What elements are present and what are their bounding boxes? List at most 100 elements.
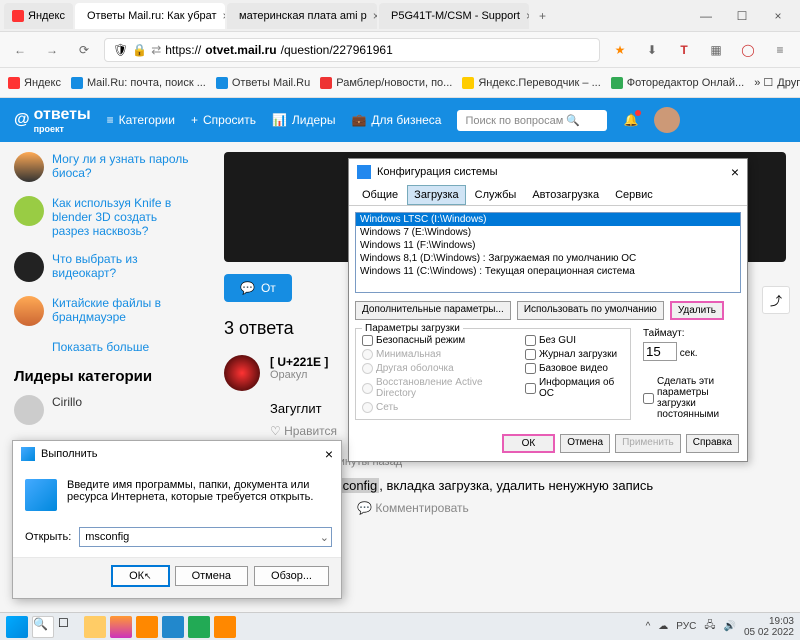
close-button[interactable]: ×: [731, 164, 739, 180]
app-icon[interactable]: [214, 616, 236, 638]
safe-mode-check[interactable]: Безопасный режим: [362, 335, 513, 346]
comment-button[interactable]: 💬 Комментировать: [357, 501, 469, 515]
cancel-button[interactable]: Отмена: [175, 566, 248, 586]
word-icon[interactable]: [162, 616, 184, 638]
help-button[interactable]: Справка: [686, 434, 739, 453]
bookmark-photo[interactable]: Фоторедактор Онлай...: [611, 77, 744, 89]
tab-startup[interactable]: Автозагрузка: [525, 185, 606, 205]
cancel-button[interactable]: Отмена: [560, 434, 610, 453]
boot-entry[interactable]: Windows LTSC (I:\Windows): [356, 213, 740, 226]
tab-services[interactable]: Службы: [468, 185, 524, 205]
leader-item[interactable]: Cirillo: [14, 395, 196, 425]
bookmark-yandex[interactable]: Яндекс: [8, 77, 61, 89]
advanced-button[interactable]: Дополнительные параметры...: [355, 301, 511, 320]
tray-date[interactable]: 05 02 2022: [744, 627, 794, 638]
tab-tools[interactable]: Сервис: [608, 185, 660, 205]
start-button[interactable]: [6, 616, 28, 638]
run-input[interactable]: [79, 527, 332, 547]
url-input[interactable]: 🛡 🔒 ⇄ https://otvet.mail.ru/question/227…: [104, 38, 600, 62]
bookmark-otvety[interactable]: Ответы Mail.Ru: [216, 77, 310, 89]
user-avatar[interactable]: [654, 107, 680, 133]
bookmark-star-icon[interactable]: ★: [608, 38, 632, 62]
boot-entry[interactable]: Windows 11 (F:\Windows): [356, 239, 740, 252]
related-question[interactable]: Что выбрать из видеокарт?: [14, 252, 196, 282]
ext-t-icon[interactable]: T: [672, 38, 696, 62]
osinfo-check[interactable]: Информация об ОС: [525, 377, 624, 399]
apply-button[interactable]: Применить: [615, 434, 681, 453]
aimp-icon[interactable]: [136, 616, 158, 638]
persist-check[interactable]: Сделать эти параметры загрузки постоянны…: [643, 376, 741, 420]
excel-icon[interactable]: [188, 616, 210, 638]
bookmark-rambler[interactable]: Рамблер/новости, по...: [320, 77, 452, 89]
menu-button[interactable]: ≡: [768, 38, 792, 62]
explorer-icon[interactable]: [84, 616, 106, 638]
new-tab-button[interactable]: +: [531, 9, 554, 23]
show-more-link[interactable]: Показать больше: [52, 340, 196, 354]
delete-button[interactable]: Удалить: [670, 301, 724, 320]
like-button[interactable]: ♡ Нравится: [270, 424, 337, 438]
search-input[interactable]: Поиск по вопросам 🔍: [457, 110, 607, 131]
close-window-button[interactable]: ×: [760, 2, 796, 30]
basevideo-check[interactable]: Базовое видео: [525, 363, 624, 374]
minimize-button[interactable]: —: [688, 2, 724, 30]
maximize-button[interactable]: ☐: [724, 2, 760, 30]
tab-yandex[interactable]: Яндекс: [4, 3, 73, 29]
tab-general[interactable]: Общие: [355, 185, 405, 205]
ok-button[interactable]: ОК: [502, 434, 556, 453]
tab-otvety[interactable]: Ответы Mail.ru: Как убрат×: [75, 3, 225, 29]
tab-boot[interactable]: Загрузка: [407, 185, 465, 205]
timeout-input[interactable]: [643, 342, 677, 361]
answer-avatar[interactable]: [224, 355, 260, 391]
tray-lang[interactable]: РУС: [676, 621, 696, 632]
default-button[interactable]: Использовать по умолчанию: [517, 301, 664, 320]
ext-grid-icon[interactable]: ▦: [704, 38, 728, 62]
notifications-icon[interactable]: 🔔: [623, 113, 638, 127]
firefox-icon[interactable]: [110, 616, 132, 638]
related-question[interactable]: Китайские файлы в брандмауэре: [14, 296, 196, 326]
close-icon[interactable]: ×: [526, 9, 529, 23]
close-icon[interactable]: ×: [223, 9, 225, 23]
related-question[interactable]: Как используя Knife в blender 3D создать…: [14, 196, 196, 238]
back-button[interactable]: ←: [8, 38, 32, 62]
categories-button[interactable]: ≡Категории: [107, 113, 175, 127]
close-button[interactable]: ×: [325, 446, 333, 462]
bootlog-check[interactable]: Журнал загрузки: [525, 349, 624, 360]
boot-list[interactable]: Windows LTSC (I:\Windows) Windows 7 (E:\…: [355, 212, 741, 293]
bookmark-mailru[interactable]: Mail.Ru: почта, поиск ...: [71, 77, 206, 89]
other-bookmarks[interactable]: » ☐ Другие закладки: [754, 76, 800, 89]
ok-button[interactable]: ОК↖: [112, 566, 169, 586]
boot-entry[interactable]: Windows 8,1 (D:\Windows) : Загружаемая п…: [356, 252, 740, 265]
tray-volume-icon[interactable]: 🔊: [723, 621, 735, 632]
download-icon[interactable]: ⬇: [640, 38, 664, 62]
dropdown-icon[interactable]: ⌄: [320, 531, 329, 544]
reload-button[interactable]: ⟳: [72, 38, 96, 62]
forward-button[interactable]: →: [40, 38, 64, 62]
tray-time[interactable]: 19:03: [744, 616, 794, 627]
list-icon: ≡: [107, 113, 114, 127]
close-icon[interactable]: ×: [373, 9, 377, 23]
related-question[interactable]: Могу ли я узнать пароль биоса?: [14, 152, 196, 182]
leaders-button[interactable]: 📊Лидеры: [272, 113, 336, 127]
ask-button[interactable]: +Спросить: [191, 113, 256, 127]
boot-entry[interactable]: Windows 11 (C:\Windows) : Текущая операц…: [356, 265, 740, 278]
tray-onedrive-icon[interactable]: ☁: [658, 621, 668, 632]
tray-chevron-icon[interactable]: ^: [646, 621, 651, 632]
search-taskbar-icon[interactable]: 🔍: [32, 616, 54, 638]
timeout-label: Таймаут:: [643, 328, 741, 339]
run-description: Введите имя программы, папки, документа …: [67, 479, 329, 511]
tab-motherboard[interactable]: материнская плата ami p×: [227, 3, 377, 29]
boot-entry[interactable]: Windows 7 (E:\Windows): [356, 226, 740, 239]
bookmark-translate[interactable]: Яндекс.Переводчик – ...: [462, 77, 600, 89]
ext-opera-icon[interactable]: ◯: [736, 38, 760, 62]
taskview-icon[interactable]: ☐: [58, 616, 80, 638]
site-logo[interactable]: @ответыпроект: [14, 106, 91, 134]
tab-asus[interactable]: P5G41T-M/CSM - Support×: [379, 3, 529, 29]
tray-network-icon[interactable]: 🖧: [704, 618, 715, 635]
open-label: Открыть:: [25, 531, 71, 543]
answer-button[interactable]: 💬 От: [224, 274, 292, 302]
nogui-check[interactable]: Без GUI: [525, 335, 624, 346]
business-button[interactable]: 💼Для бизнеса: [351, 113, 441, 127]
browse-button[interactable]: Обзор...: [254, 566, 329, 586]
answer-author[interactable]: [ U+221E ]: [270, 355, 328, 369]
share-button[interactable]: ⤴: [762, 286, 790, 314]
